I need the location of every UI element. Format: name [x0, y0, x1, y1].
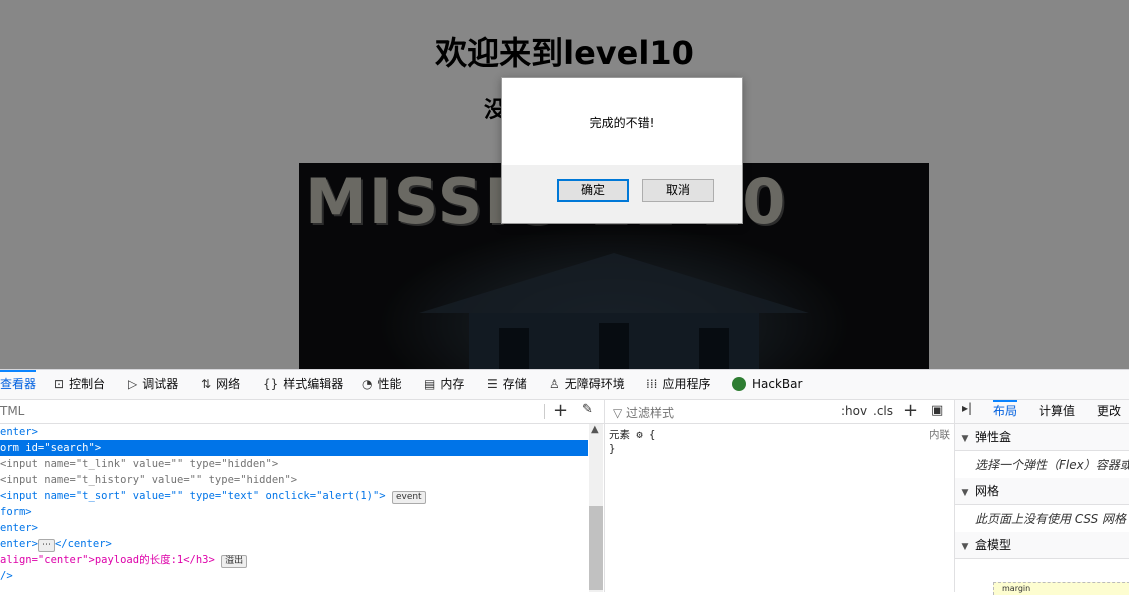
performance-icon: ◔: [362, 377, 373, 391]
tab-accessibility[interactable]: ♙ 无障碍环境: [549, 370, 625, 399]
devtools-tabbar: 查看器 ⊡ 控制台 ▷ 调试器 ⇅ 网络 {} 样式编辑器 ◔ 性能 ▤ 内存 ☰ 存储 ♙ 无…: [0, 370, 1129, 400]
collapsed-ellipsis-badge[interactable]: ⋯: [37, 539, 55, 552]
style-filter-bar[interactable]: ▽ 过滤样式 :hov .cls + ▣: [605, 400, 954, 424]
tab-network[interactable]: ⇅ 网络: [201, 370, 240, 399]
tab-debugger[interactable]: ▷ 调试器: [128, 370, 178, 399]
console-icon: ⊡: [54, 377, 65, 391]
html-search-bar[interactable]: TML + ✎: [0, 400, 604, 424]
memory-icon: ▤: [424, 377, 436, 391]
accessibility-icon: ♙: [549, 377, 560, 391]
markup-line[interactable]: />: [0, 568, 588, 584]
filter-styles-placeholder: ▽ 过滤样式: [613, 406, 675, 420]
storage-icon: ☰: [487, 377, 498, 391]
tab-console[interactable]: ⊡ 控制台: [54, 370, 105, 399]
tab-storage[interactable]: ☰ 存储: [487, 370, 527, 399]
boxmodel-diagram: margin: [993, 582, 1129, 595]
chevron-down-icon: ▼: [961, 488, 969, 498]
tab-style-editor[interactable]: {} 样式编辑器: [263, 370, 343, 399]
scroll-up-icon[interactable]: ▲: [591, 424, 599, 435]
markup-scrollbar[interactable]: ▲: [589, 424, 603, 592]
tab-inspector[interactable]: 查看器: [0, 370, 37, 401]
tab-changes[interactable]: 更改: [1097, 400, 1121, 423]
toggle-pane-icon[interactable]: ▸|: [962, 401, 972, 415]
grid-section-header[interactable]: ▼ 网格: [955, 478, 1129, 505]
alert-dialog: 完成的不错! 确定 取消: [501, 77, 743, 224]
browser-viewport: 欢迎来到level10 没 MISSIO EL 10 完成的不错! 确定 取消: [0, 0, 1129, 369]
cls-toggle[interactable]: .cls: [873, 404, 893, 418]
tab-application[interactable]: ⁞⁞⁞ 应用程序: [646, 370, 710, 399]
tab-computed[interactable]: 计算值: [1039, 400, 1075, 423]
markup-line[interactable]: enter> ⋯ </center>: [0, 536, 588, 552]
markup-tree: enter> orm id="search"> <input name="t_l…: [0, 424, 588, 584]
add-node-icon[interactable]: +: [553, 400, 568, 422]
debugger-icon: ▷: [128, 377, 138, 391]
event-badge[interactable]: event: [391, 491, 426, 504]
layout-pane: ▸| 布局 计算值 更改 ▼ 弹性盒 选择一个弹性（Flex）容器或 ▼ 网格 此页…: [955, 400, 1129, 595]
filter-icon: ▽: [613, 406, 627, 420]
alert-message: 完成的不错!: [589, 116, 655, 130]
add-rule-icon[interactable]: +: [903, 400, 918, 422]
tab-memory[interactable]: ▤ 内存: [424, 370, 464, 399]
hackbar-icon: [732, 377, 746, 391]
markup-line[interactable]: form>: [0, 504, 588, 520]
chevron-down-icon: ▼: [961, 434, 969, 444]
tab-hackbar[interactable]: HackBar: [732, 370, 802, 399]
cancel-button[interactable]: 取消: [642, 179, 714, 202]
boxmodel-section-header[interactable]: ▼ 盒模型: [955, 532, 1129, 559]
markup-line[interactable]: enter>: [0, 424, 588, 440]
grid-hint: 此页面上没有使用 CSS 网格: [975, 512, 1127, 526]
chevron-down-icon: ▼: [961, 542, 969, 552]
toolbar-divider: [544, 404, 545, 419]
scrollbar-thumb[interactable]: [589, 506, 603, 590]
flexbox-section-header[interactable]: ▼ 弹性盒: [955, 424, 1129, 451]
markup-line[interactable]: <input name="t_link" value="" type="hidd…: [0, 456, 588, 472]
markup-line[interactable]: enter>: [0, 520, 588, 536]
application-icon: ⁞⁞⁞: [646, 377, 658, 391]
boxmodel-margin-label: margin: [1002, 584, 1031, 593]
eyedropper-icon[interactable]: ✎: [582, 402, 593, 417]
inspector-pane: TML + ✎ enter> orm id="search"> <input n…: [0, 400, 605, 592]
flexbox-hint: 选择一个弹性（Flex）容器或: [975, 458, 1129, 472]
rule-close-brace: }: [609, 443, 616, 455]
tab-performance[interactable]: ◔ 性能: [362, 370, 402, 399]
overflow-badge[interactable]: 溢出: [221, 555, 248, 568]
rules-pane: ▽ 过滤样式 :hov .cls + ▣ 元素 ⚙ { } 内联: [605, 400, 955, 592]
network-icon: ⇅: [201, 377, 212, 391]
markup-line[interactable]: align="center">payload的长度:1</h3> 溢出: [0, 552, 588, 568]
hov-toggle[interactable]: :hov: [841, 404, 867, 418]
style-editor-icon: {}: [263, 377, 279, 391]
devtools-panel: 查看器 ⊡ 控制台 ▷ 调试器 ⇅ 网络 {} 样式编辑器 ◔ 性能 ▤ 内存 ☰ 存储 ♙ 无…: [0, 369, 1129, 595]
ok-button[interactable]: 确定: [557, 179, 629, 202]
tab-layout[interactable]: 布局: [993, 400, 1018, 425]
markup-line[interactable]: <input name="t_sort" value="" type="text…: [0, 488, 588, 504]
html-search-placeholder: TML: [0, 404, 25, 418]
markup-line-selected[interactable]: orm id="search">: [0, 440, 588, 456]
element-rule[interactable]: 元素 ⚙ {: [609, 427, 655, 442]
dialog-footer: 确定 取消: [502, 165, 742, 223]
markup-line[interactable]: <input name="t_history" value="" type="h…: [0, 472, 588, 488]
layout-tabbar: ▸| 布局 计算值 更改: [955, 400, 1129, 424]
inline-label: 内联: [929, 429, 950, 441]
print-media-icon[interactable]: ▣: [931, 403, 943, 418]
